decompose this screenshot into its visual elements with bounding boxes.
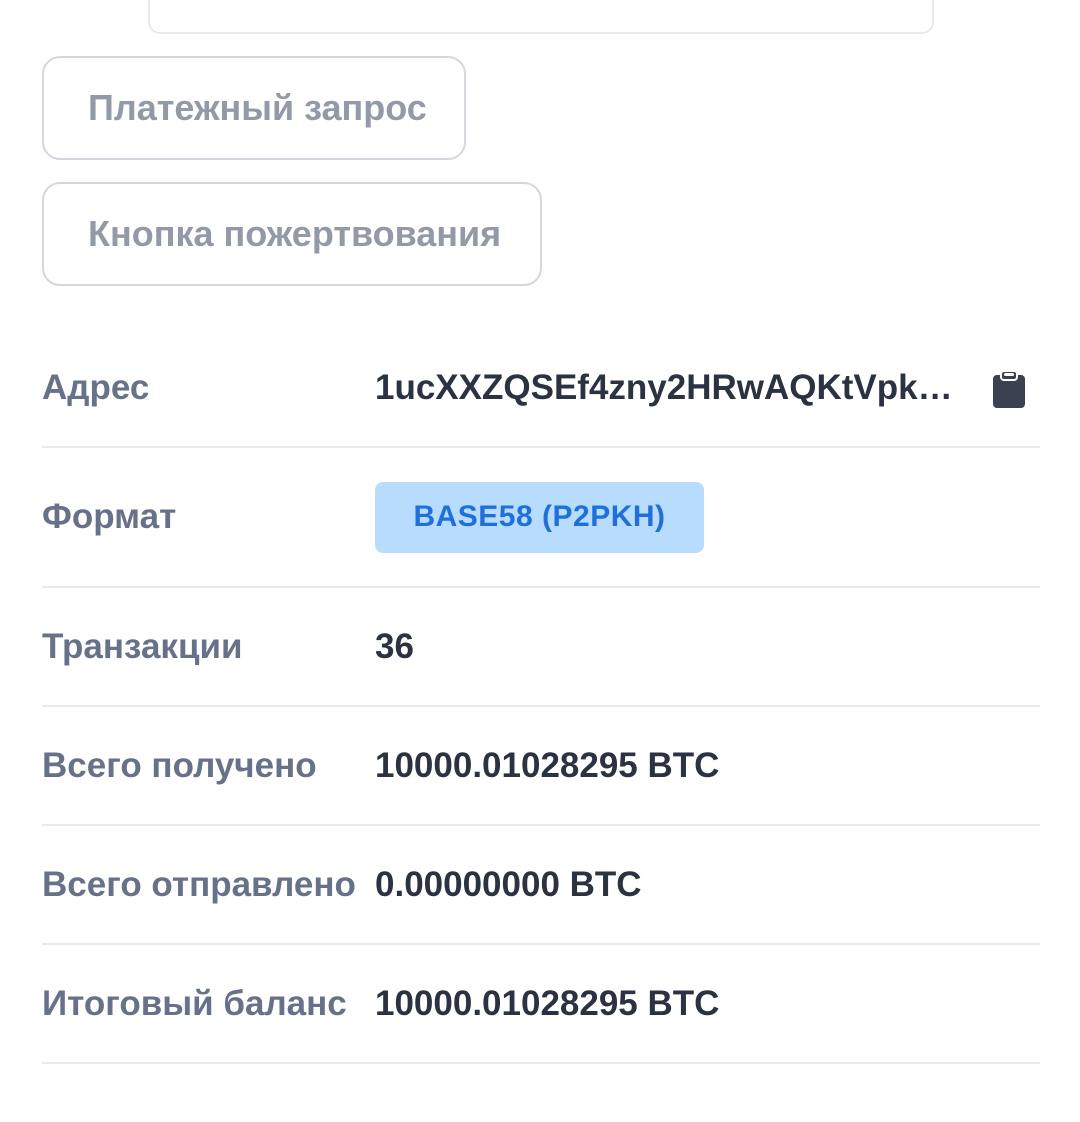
clipboard-icon[interactable]	[992, 370, 1026, 408]
payment-request-button[interactable]: Платежный запрос	[42, 56, 466, 160]
address-details: Адрес 1ucXXZQSEf4zny2HRwAQKtVpkL... Форм…	[42, 330, 1040, 1064]
format-row: Формат BASE58 (P2PKH)	[42, 448, 1040, 588]
final-balance-row: Итоговый баланс 10000.01028295 BTC	[42, 945, 1040, 1064]
total-sent-label: Всего отправлено	[42, 864, 356, 904]
final-balance-label: Итоговый баланс	[42, 983, 347, 1023]
total-sent-row: Всего отправлено 0.00000000 BTC	[42, 826, 1040, 945]
total-received-value: 10000.01028295 BTC	[375, 745, 720, 785]
address-row: Адрес 1ucXXZQSEf4zny2HRwAQKtVpkL...	[42, 330, 1040, 448]
format-badge: BASE58 (P2PKH)	[375, 481, 704, 553]
transactions-label: Транзакции	[42, 626, 243, 666]
transactions-row: Транзакции 36	[42, 588, 1040, 707]
transactions-value: 36	[375, 626, 414, 666]
donation-button[interactable]: Кнопка пожертвования	[42, 182, 542, 286]
total-received-row: Всего получено 10000.01028295 BTC	[42, 707, 1040, 826]
format-label: Формат	[42, 497, 177, 536]
qr-card	[148, 0, 934, 34]
total-received-label: Всего получено	[42, 745, 317, 785]
total-sent-value: 0.00000000 BTC	[375, 864, 642, 904]
address-page: Платежный запрос Кнопка пожертвования Ад…	[0, 0, 1080, 1122]
address-value[interactable]: 1ucXXZQSEf4zny2HRwAQKtVpkL...	[375, 368, 957, 408]
address-label: Адрес	[42, 368, 150, 407]
final-balance-value: 10000.01028295 BTC	[375, 983, 720, 1023]
